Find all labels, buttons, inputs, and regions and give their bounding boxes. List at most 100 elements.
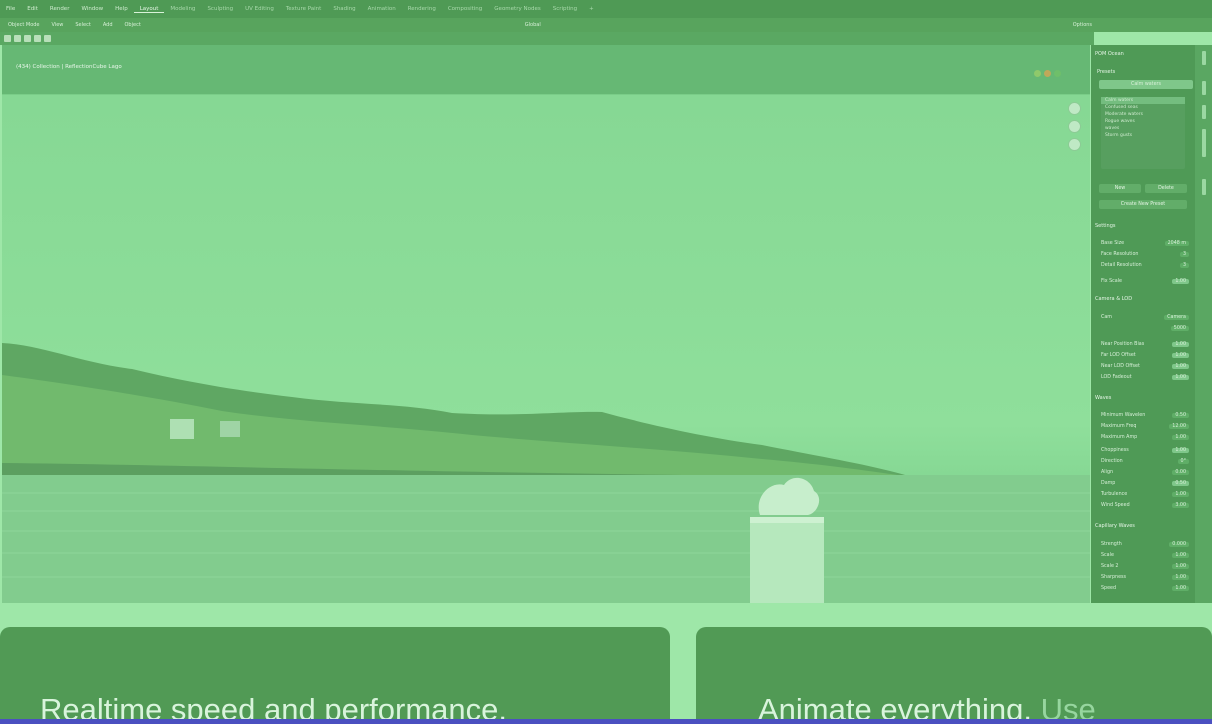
list-item[interactable]: waves: [1101, 125, 1185, 132]
row-value[interactable]: 1.00: [1172, 491, 1189, 497]
wave-row[interactable]: Maximum Freq 12.00: [1101, 422, 1189, 430]
row-value[interactable]: 1.00: [1172, 585, 1189, 591]
tab-uv-editing[interactable]: UV Editing: [239, 6, 280, 12]
wave-row[interactable]: Turbulence 1.00: [1101, 490, 1189, 498]
menu-object[interactable]: Object: [119, 22, 147, 28]
wave-row[interactable]: Damp 0.50: [1101, 479, 1189, 487]
tab-modeling[interactable]: Modeling: [164, 6, 201, 12]
camera-row[interactable]: Cam Camera: [1101, 313, 1189, 321]
side-tab[interactable]: [1202, 51, 1206, 65]
row-value[interactable]: 0.50: [1172, 412, 1189, 418]
wave-row[interactable]: Align 0.00: [1101, 468, 1189, 476]
menu-view[interactable]: View: [46, 22, 70, 28]
row-value[interactable]: 0°: [1177, 458, 1189, 464]
delete-preset-button[interactable]: Delete: [1145, 184, 1187, 193]
capillary-row[interactable]: Speed 1.00: [1101, 584, 1189, 592]
row-value[interactable]: 1.00: [1172, 363, 1189, 369]
wave-row[interactable]: Direction 0°: [1101, 457, 1189, 465]
capillary-row[interactable]: Strength 0.000: [1101, 540, 1189, 548]
move-icon[interactable]: [24, 35, 31, 42]
tab-shading[interactable]: Shading: [327, 6, 361, 12]
camera-row[interactable]: Far LOD Offset 1.00: [1101, 351, 1189, 359]
setting-row[interactable]: Base Size 2048 m: [1101, 239, 1189, 247]
side-tab[interactable]: [1202, 105, 1206, 119]
lod-row[interactable]: 5000: [1101, 324, 1189, 332]
list-item[interactable]: Storm gusts: [1101, 132, 1185, 139]
tab-scripting[interactable]: Scripting: [547, 6, 583, 12]
wave-row[interactable]: Wind Speed 3.00: [1101, 501, 1189, 509]
preset-dropdown[interactable]: Calm waters: [1099, 80, 1193, 89]
row-value[interactable]: 1.00: [1172, 563, 1189, 569]
menu-edit[interactable]: Edit: [21, 6, 44, 12]
side-tab[interactable]: [1202, 179, 1206, 195]
tab-compositing[interactable]: Compositing: [442, 6, 488, 12]
row-label: Speed: [1101, 585, 1117, 591]
camera-dropdown[interactable]: Camera: [1164, 314, 1189, 320]
tab-rendering[interactable]: Rendering: [402, 6, 442, 12]
camera-row[interactable]: Near LOD Offset 1.00: [1101, 362, 1189, 370]
rotate-icon[interactable]: [34, 35, 41, 42]
camera-row[interactable]: Near Position Bias 1.00: [1101, 340, 1189, 348]
menu-help[interactable]: Help: [109, 6, 134, 12]
settings-section-title[interactable]: Settings: [1095, 223, 1189, 229]
row-label: Maximum Amp: [1101, 434, 1138, 440]
row-value[interactable]: 3: [1179, 262, 1189, 268]
tab-layout[interactable]: Layout: [133, 6, 165, 13]
mode-selector[interactable]: Object Mode: [0, 22, 46, 28]
list-item[interactable]: Calm waters: [1101, 97, 1185, 104]
wave-row[interactable]: Choppiness 1.00: [1101, 446, 1189, 454]
row-value[interactable]: 2048 m: [1164, 240, 1189, 246]
tab-animation[interactable]: Animation: [362, 6, 402, 12]
tab-texture-paint[interactable]: Texture Paint: [280, 6, 328, 12]
setting-row[interactable]: Face Resolution 3: [1101, 250, 1189, 258]
row-value[interactable]: 3: [1179, 251, 1189, 257]
capillary-row[interactable]: Sharpness 1.00: [1101, 573, 1189, 581]
3d-viewport[interactable]: (434) Collection | ReflectionCube Lago: [2, 45, 1090, 603]
row-value[interactable]: 1.00: [1172, 447, 1189, 453]
row-value[interactable]: 5000: [1170, 325, 1189, 331]
camera-row[interactable]: LOD Fadeout 1.00: [1101, 373, 1189, 381]
menu-window[interactable]: Window: [75, 6, 109, 12]
add-workspace-button[interactable]: +: [583, 6, 600, 12]
waves-section-title[interactable]: Waves: [1095, 395, 1189, 401]
create-preset-button[interactable]: Create New Preset: [1099, 200, 1187, 209]
row-value[interactable]: 3.00: [1172, 502, 1189, 508]
list-item[interactable]: Moderate waters: [1101, 111, 1185, 118]
menu-add[interactable]: Add: [97, 22, 119, 28]
side-tab[interactable]: [1202, 129, 1206, 157]
scale-icon[interactable]: [44, 35, 51, 42]
list-item[interactable]: Rogue waves: [1101, 118, 1185, 125]
row-value[interactable]: 0.00: [1172, 469, 1189, 475]
side-tab[interactable]: [1202, 81, 1206, 95]
orientation-selector[interactable]: Global: [519, 22, 547, 28]
cursor-icon[interactable]: [14, 35, 21, 42]
camera-section-title[interactable]: Camera & LOD: [1095, 296, 1189, 302]
row-value[interactable]: 1.00: [1172, 352, 1189, 358]
tab-geometry-nodes[interactable]: Geometry Nodes: [488, 6, 546, 12]
menu-file[interactable]: File: [0, 6, 21, 12]
menu-render[interactable]: Render: [44, 6, 76, 12]
capillary-section-title[interactable]: Capillary Waves: [1095, 523, 1189, 529]
list-item[interactable]: Confused seas: [1101, 104, 1185, 111]
wave-row[interactable]: Maximum Amp 1.00: [1101, 433, 1189, 441]
setting-row[interactable]: Fix Scale 1.00: [1101, 277, 1189, 285]
row-value[interactable]: 12.00: [1169, 423, 1189, 429]
options-button[interactable]: Options: [1067, 22, 1098, 28]
menu-select[interactable]: Select: [69, 22, 96, 28]
row-value[interactable]: 1.00: [1172, 374, 1189, 380]
preset-list[interactable]: Calm waters Confused seas Moderate water…: [1101, 97, 1185, 169]
row-value[interactable]: 0.50: [1172, 480, 1189, 486]
row-value[interactable]: 1.00: [1172, 278, 1189, 284]
select-box-icon[interactable]: [4, 35, 11, 42]
row-value[interactable]: 1.00: [1172, 434, 1189, 440]
row-value[interactable]: 1.00: [1172, 341, 1189, 347]
setting-row[interactable]: Detail Resolution 3: [1101, 261, 1189, 269]
tab-sculpting[interactable]: Sculpting: [201, 6, 239, 12]
wave-row[interactable]: Minimum Wavelen 0.50: [1101, 411, 1189, 419]
row-value[interactable]: 1.00: [1172, 552, 1189, 558]
capillary-row[interactable]: Scale 1.00: [1101, 551, 1189, 559]
row-value[interactable]: 0.000: [1169, 541, 1189, 547]
capillary-row[interactable]: Scale 2 1.00: [1101, 562, 1189, 570]
row-value[interactable]: 1.00: [1172, 574, 1189, 580]
new-preset-button[interactable]: New: [1099, 184, 1141, 193]
